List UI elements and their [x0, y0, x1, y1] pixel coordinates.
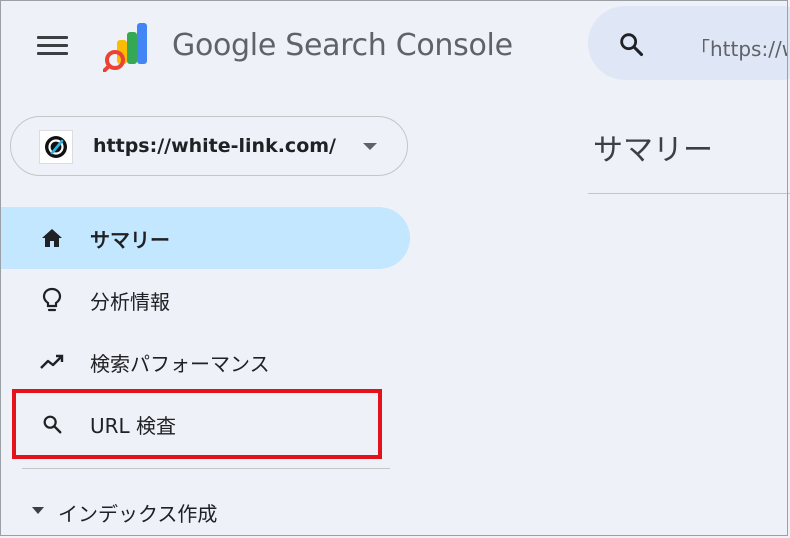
property-selector[interactable]: https://white-link.com/ — [10, 116, 408, 176]
site-favicon — [39, 130, 73, 164]
menu-icon-bar — [37, 35, 68, 39]
home-icon — [38, 224, 66, 252]
sidebar-section-indexing[interactable]: インデックス作成 — [0, 488, 410, 532]
sidebar-section-label: インデックス作成 — [58, 502, 218, 526]
chevron-down-icon[interactable] — [363, 143, 377, 150]
menu-icon-bar — [37, 43, 68, 47]
search-input-text[interactable]: 「https://w — [690, 33, 788, 62]
site-logo-icon — [45, 136, 67, 158]
sidebar-item-performance[interactable]: 検索パフォーマンス — [0, 331, 410, 393]
arrow-drop-down-icon — [32, 507, 44, 514]
sidebar-item-insights[interactable]: 分析情報 — [0, 269, 410, 331]
title-divider — [588, 193, 790, 194]
sidebar-item-label: サマリー — [90, 227, 170, 252]
product-name: Google Search Console — [172, 28, 513, 63]
sidebar-item-summary[interactable]: サマリー — [0, 207, 410, 269]
menu-icon-bar — [37, 51, 68, 55]
sidebar-item-label: 分析情報 — [90, 289, 170, 314]
search-console-logo-icon[interactable] — [103, 22, 155, 72]
nav-divider — [22, 468, 390, 469]
property-url: https://white-link.com/ — [93, 135, 336, 157]
search-icon[interactable] — [617, 30, 645, 58]
trending-up-icon — [38, 348, 66, 376]
main-menu-button[interactable] — [37, 33, 69, 57]
sidebar-item-label: URL 検査 — [90, 413, 177, 438]
search-icon — [38, 410, 66, 438]
lightbulb-icon — [38, 286, 66, 314]
sidebar-item-url-inspection[interactable]: URL 検査 — [0, 393, 410, 455]
page-title: サマリー — [593, 133, 713, 168]
sidebar-item-label: 検索パフォーマンス — [90, 351, 270, 376]
